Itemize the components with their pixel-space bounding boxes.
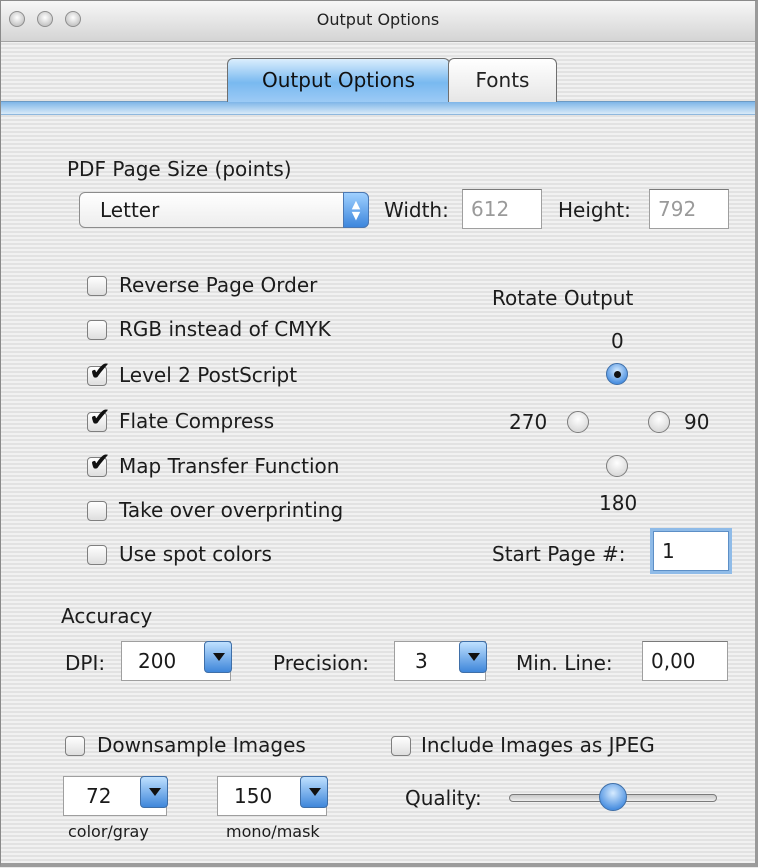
checkmark-icon: ✔ bbox=[89, 403, 111, 433]
rotate-90-radio[interactable] bbox=[648, 411, 670, 433]
dpi-value: 200 bbox=[138, 649, 177, 673]
flate-compress-checkbox[interactable]: ✔ bbox=[87, 405, 111, 432]
width-field[interactable]: 612 bbox=[462, 189, 542, 229]
level2-postscript-label: Level 2 PostScript bbox=[119, 363, 298, 387]
downsample-images-label: Downsample Images bbox=[97, 733, 306, 757]
window-title: Output Options bbox=[316, 10, 440, 29]
rotate-270-radio[interactable] bbox=[567, 411, 589, 433]
rotate-output-label: Rotate Output bbox=[492, 286, 634, 310]
reverse-page-order-label: Reverse Page Order bbox=[119, 273, 318, 297]
map-transfer-function-checkbox[interactable]: ✔ bbox=[87, 450, 111, 477]
chevron-down-icon[interactable] bbox=[140, 776, 168, 808]
height-label: Height: bbox=[558, 198, 631, 222]
chevron-down-icon[interactable] bbox=[300, 776, 328, 808]
rgb-instead-of-cmyk-checkbox[interactable] bbox=[87, 320, 107, 340]
color-gray-value: 72 bbox=[86, 784, 112, 808]
precision-combobox[interactable]: 3 bbox=[394, 641, 487, 681]
tab-band bbox=[1, 101, 755, 115]
start-page-label: Start Page #: bbox=[492, 542, 626, 566]
take-over-overprinting-checkbox[interactable] bbox=[87, 501, 107, 521]
chevron-down-icon[interactable] bbox=[459, 641, 487, 673]
width-label: Width: bbox=[384, 198, 449, 222]
min-line-field[interactable]: 0,00 bbox=[642, 641, 728, 681]
updown-arrows-icon: ▲ ▼ bbox=[343, 192, 369, 228]
quality-slider-knob[interactable] bbox=[599, 783, 627, 811]
rotate-0-radio[interactable] bbox=[606, 363, 628, 385]
page-size-section-label: PDF Page Size (points) bbox=[67, 157, 292, 181]
include-images-as-jpeg-label: Include Images as JPEG bbox=[421, 733, 655, 757]
chevron-down-icon[interactable] bbox=[204, 641, 232, 673]
mono-mask-value: 150 bbox=[234, 784, 273, 808]
page-size-selected: Letter bbox=[100, 198, 160, 222]
precision-label: Precision: bbox=[273, 651, 369, 675]
checkmark-icon: ✔ bbox=[89, 357, 111, 387]
checkmark-icon: ✔ bbox=[89, 448, 111, 478]
rotate-180-radio[interactable] bbox=[606, 455, 628, 477]
level2-postscript-checkbox[interactable]: ✔ bbox=[87, 359, 111, 386]
include-images-as-jpeg-checkbox[interactable] bbox=[391, 736, 411, 756]
min-line-label: Min. Line: bbox=[516, 651, 613, 675]
map-transfer-function-label: Map Transfer Function bbox=[119, 454, 340, 478]
height-field[interactable]: 792 bbox=[649, 189, 729, 229]
reverse-page-order-checkbox[interactable] bbox=[87, 276, 107, 296]
mono-mask-caption: mono/mask bbox=[226, 822, 320, 841]
downsample-images-checkbox[interactable] bbox=[65, 736, 85, 756]
tab-output-options[interactable]: Output Options bbox=[227, 58, 450, 102]
precision-value: 3 bbox=[415, 649, 428, 673]
rotate-270-label: 270 bbox=[509, 410, 548, 434]
rgb-instead-of-cmyk-label: RGB instead of CMYK bbox=[119, 317, 331, 341]
quality-label: Quality: bbox=[405, 786, 482, 810]
accuracy-section-label: Accuracy bbox=[61, 604, 153, 628]
use-spot-colors-checkbox[interactable] bbox=[87, 545, 107, 565]
use-spot-colors-label: Use spot colors bbox=[119, 542, 272, 566]
mono-mask-combobox[interactable]: 150 bbox=[217, 776, 328, 816]
color-gray-caption: color/gray bbox=[68, 822, 149, 841]
tab-fonts[interactable]: Fonts bbox=[448, 58, 557, 102]
output-options-window: Output Options Output Options Fonts PDF … bbox=[0, 0, 758, 867]
page-size-popup[interactable]: Letter ▲ ▼ bbox=[79, 192, 369, 228]
rotate-180-label: 180 bbox=[599, 491, 638, 515]
dpi-label: DPI: bbox=[65, 651, 106, 675]
color-gray-combobox[interactable]: 72 bbox=[63, 776, 168, 816]
dpi-combobox[interactable]: 200 bbox=[121, 641, 232, 681]
title-bar: Output Options bbox=[1, 1, 755, 42]
flate-compress-label: Flate Compress bbox=[119, 409, 275, 433]
take-over-overprinting-label: Take over overprinting bbox=[119, 498, 344, 522]
rotate-90-label: 90 bbox=[684, 410, 710, 434]
start-page-field[interactable]: 1 bbox=[653, 531, 729, 571]
rotate-0-label: 0 bbox=[611, 329, 624, 353]
